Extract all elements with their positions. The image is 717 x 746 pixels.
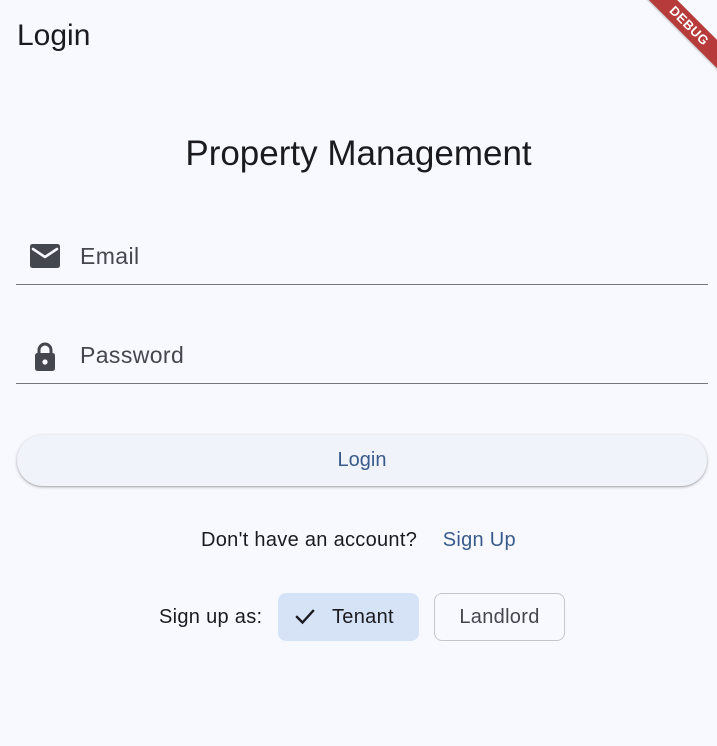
landlord-chip-label: Landlord [459,606,540,628]
page-title: Property Management [185,134,532,173]
email-input[interactable] [80,238,680,274]
app-bar-title: Login [17,19,91,52]
lock-icon [35,342,55,371]
signup-link[interactable]: Sign Up [443,529,516,551]
password-field[interactable] [16,327,708,384]
tenant-chip-label: Tenant [332,606,394,628]
check-icon [295,609,315,625]
signup-row: Don't have an account? Sign Up [0,526,717,554]
app-bar: Login [0,0,717,72]
tenant-chip[interactable]: Tenant [278,593,419,641]
role-label: Sign up as: [159,606,263,628]
login-button[interactable]: Login [17,435,707,486]
mail-icon [30,244,60,268]
role-selector: Sign up as: Tenant Landlord [0,592,717,642]
app-window: Login DEBUG Property Management Login Do… [0,0,717,746]
signup-prompt: Don't have an account? [201,529,418,551]
password-input[interactable] [80,337,680,373]
landlord-chip[interactable]: Landlord [434,593,565,641]
email-field[interactable] [16,228,708,285]
